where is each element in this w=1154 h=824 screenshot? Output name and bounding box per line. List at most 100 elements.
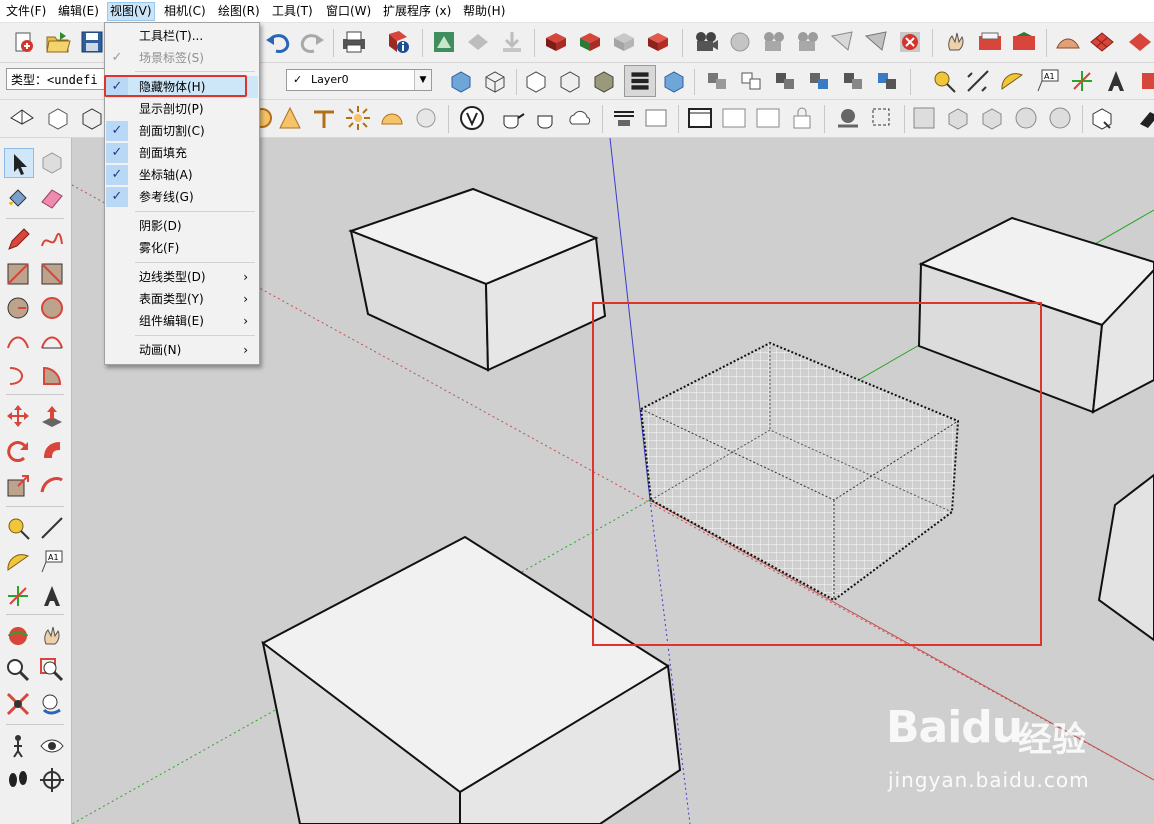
rectangle-icon[interactable] bbox=[4, 260, 32, 288]
3d-text-left-icon[interactable] bbox=[38, 582, 66, 610]
render-window-icon[interactable] bbox=[642, 104, 670, 132]
mesh-icon[interactable] bbox=[1088, 28, 1116, 56]
add-detail-icon[interactable] bbox=[1126, 28, 1154, 56]
terrain-icon[interactable] bbox=[1054, 28, 1082, 56]
cone-icon[interactable] bbox=[276, 104, 304, 132]
protractor-icon[interactable] bbox=[998, 67, 1026, 95]
share-model-icon[interactable] bbox=[464, 28, 492, 56]
zoom-extents-icon[interactable] bbox=[4, 690, 32, 718]
view-menu-section-planes[interactable]: 显示剖切(P) bbox=[106, 98, 258, 120]
view-menu-face-style[interactable]: 表面类型(Y) › bbox=[106, 288, 258, 310]
select-tool-icon[interactable] bbox=[868, 104, 896, 132]
section-icon-1[interactable] bbox=[910, 104, 938, 132]
view-menu-section-fill[interactable]: ✓ 剖面填充 bbox=[106, 142, 258, 164]
3d-warehouse-icon[interactable] bbox=[430, 28, 458, 56]
redo-icon[interactable] bbox=[298, 28, 326, 56]
pie-icon[interactable] bbox=[38, 362, 66, 390]
delete-camera-icon[interactable] bbox=[896, 28, 924, 56]
model-info-icon[interactable] bbox=[384, 28, 412, 56]
table-icon[interactable] bbox=[310, 104, 338, 132]
eraser-icon[interactable] bbox=[38, 184, 66, 212]
lock-icon[interactable] bbox=[788, 104, 816, 132]
component-icon-1[interactable] bbox=[704, 67, 732, 95]
layer-dropdown[interactable]: ✓ Layer0 ▼ bbox=[286, 69, 432, 91]
view-menu-fog[interactable]: 雾化(F) bbox=[106, 237, 258, 259]
styles-icon-3[interactable] bbox=[610, 28, 638, 56]
menu-window[interactable]: 窗口(W) bbox=[324, 3, 373, 20]
two-point-arc-icon[interactable] bbox=[38, 328, 66, 356]
section-icon-2[interactable] bbox=[944, 104, 972, 132]
view-menu-scene-tabs[interactable]: ✓ 场景标签(S) bbox=[106, 47, 258, 69]
match-photo-icon-2[interactable] bbox=[862, 28, 890, 56]
styles-icon-1[interactable] bbox=[542, 28, 570, 56]
section-icon-4[interactable] bbox=[1012, 104, 1040, 132]
view-menu-toolbars[interactable]: 工具栏(T)... bbox=[106, 25, 258, 47]
vray-icon[interactable] bbox=[458, 104, 486, 132]
styles-icon-4[interactable] bbox=[644, 28, 672, 56]
view-menu-shadows[interactable]: 阴影(D) bbox=[106, 215, 258, 237]
sandbox-icon[interactable] bbox=[976, 28, 1004, 56]
front-view-icon[interactable] bbox=[78, 104, 106, 132]
walk-icon[interactable] bbox=[4, 766, 32, 794]
light-icon[interactable] bbox=[344, 104, 372, 132]
dimension-left-icon[interactable] bbox=[38, 514, 66, 542]
push-pull-icon[interactable] bbox=[38, 402, 66, 430]
camera-icon-4[interactable] bbox=[794, 28, 822, 56]
orbit-icon[interactable] bbox=[4, 622, 32, 650]
open-icon[interactable] bbox=[44, 28, 72, 56]
menu-view[interactable]: 视图(V) bbox=[107, 2, 155, 21]
menu-draw[interactable]: 绘图(R) bbox=[216, 3, 262, 20]
component-icon-4[interactable] bbox=[806, 67, 834, 95]
new-model-icon[interactable] bbox=[10, 28, 38, 56]
three-point-arc-icon[interactable] bbox=[4, 362, 32, 390]
polygon-icon[interactable] bbox=[38, 294, 66, 322]
arc-icon[interactable] bbox=[4, 328, 32, 356]
sandbox-icon-2[interactable] bbox=[1010, 28, 1038, 56]
offset-icon[interactable] bbox=[38, 472, 66, 500]
section-icon-3[interactable] bbox=[978, 104, 1006, 132]
save-icon[interactable] bbox=[78, 28, 106, 56]
xray-icon[interactable] bbox=[447, 67, 475, 95]
rotated-rectangle-icon[interactable] bbox=[38, 260, 66, 288]
hand-icon[interactable] bbox=[942, 28, 970, 56]
component-icon-6[interactable] bbox=[874, 67, 902, 95]
scale-icon[interactable] bbox=[4, 472, 32, 500]
component-icon-2[interactable] bbox=[738, 67, 766, 95]
cloud-icon[interactable] bbox=[566, 104, 594, 132]
print-icon[interactable] bbox=[340, 28, 368, 56]
sphere-icon[interactable] bbox=[412, 104, 440, 132]
axes-icon[interactable] bbox=[1068, 67, 1096, 95]
pencil-icon[interactable] bbox=[4, 226, 32, 254]
window-icon-3[interactable] bbox=[754, 104, 782, 132]
menu-file[interactable]: 文件(F) bbox=[4, 3, 48, 20]
monochrome-icon[interactable] bbox=[624, 65, 656, 97]
pan-hand-icon[interactable] bbox=[38, 622, 66, 650]
sphere-tool-icon[interactable] bbox=[834, 104, 862, 132]
view-menu-section-cuts[interactable]: ✓ 剖面切割(C) bbox=[106, 120, 258, 142]
window-icon-1[interactable] bbox=[686, 104, 714, 132]
menu-edit[interactable]: 编辑(E) bbox=[56, 3, 101, 20]
axes-left-icon[interactable] bbox=[4, 582, 32, 610]
tape-measure-left-icon[interactable] bbox=[4, 514, 32, 542]
styles-icon-2[interactable] bbox=[576, 28, 604, 56]
look-around-icon[interactable] bbox=[38, 732, 66, 760]
menu-extensions[interactable]: 扩展程序 (x) bbox=[381, 3, 453, 20]
position-camera-icon[interactable] bbox=[4, 732, 32, 760]
eraser-toolbar-icon[interactable] bbox=[1134, 104, 1154, 132]
dome-icon[interactable] bbox=[378, 104, 406, 132]
select-arrow-icon[interactable] bbox=[4, 148, 34, 178]
follow-me-icon[interactable] bbox=[38, 436, 66, 464]
circle-icon[interactable] bbox=[4, 294, 32, 322]
frame-buffer-icon[interactable] bbox=[610, 104, 638, 132]
move-icon[interactable] bbox=[4, 402, 32, 430]
menu-tools[interactable]: 工具(T) bbox=[270, 3, 315, 20]
top-view-icon[interactable] bbox=[44, 104, 72, 132]
dimension-icon[interactable] bbox=[964, 67, 992, 95]
view-menu-component-edit[interactable]: 组件编辑(E) › bbox=[106, 310, 258, 332]
section-plane-icon[interactable] bbox=[38, 766, 66, 794]
zoom-window-icon[interactable] bbox=[38, 656, 66, 684]
tape-measure-icon[interactable] bbox=[930, 67, 958, 95]
menu-camera[interactable]: 相机(C) bbox=[162, 3, 208, 20]
menu-help[interactable]: 帮助(H) bbox=[461, 3, 507, 20]
undo-icon[interactable] bbox=[264, 28, 292, 56]
